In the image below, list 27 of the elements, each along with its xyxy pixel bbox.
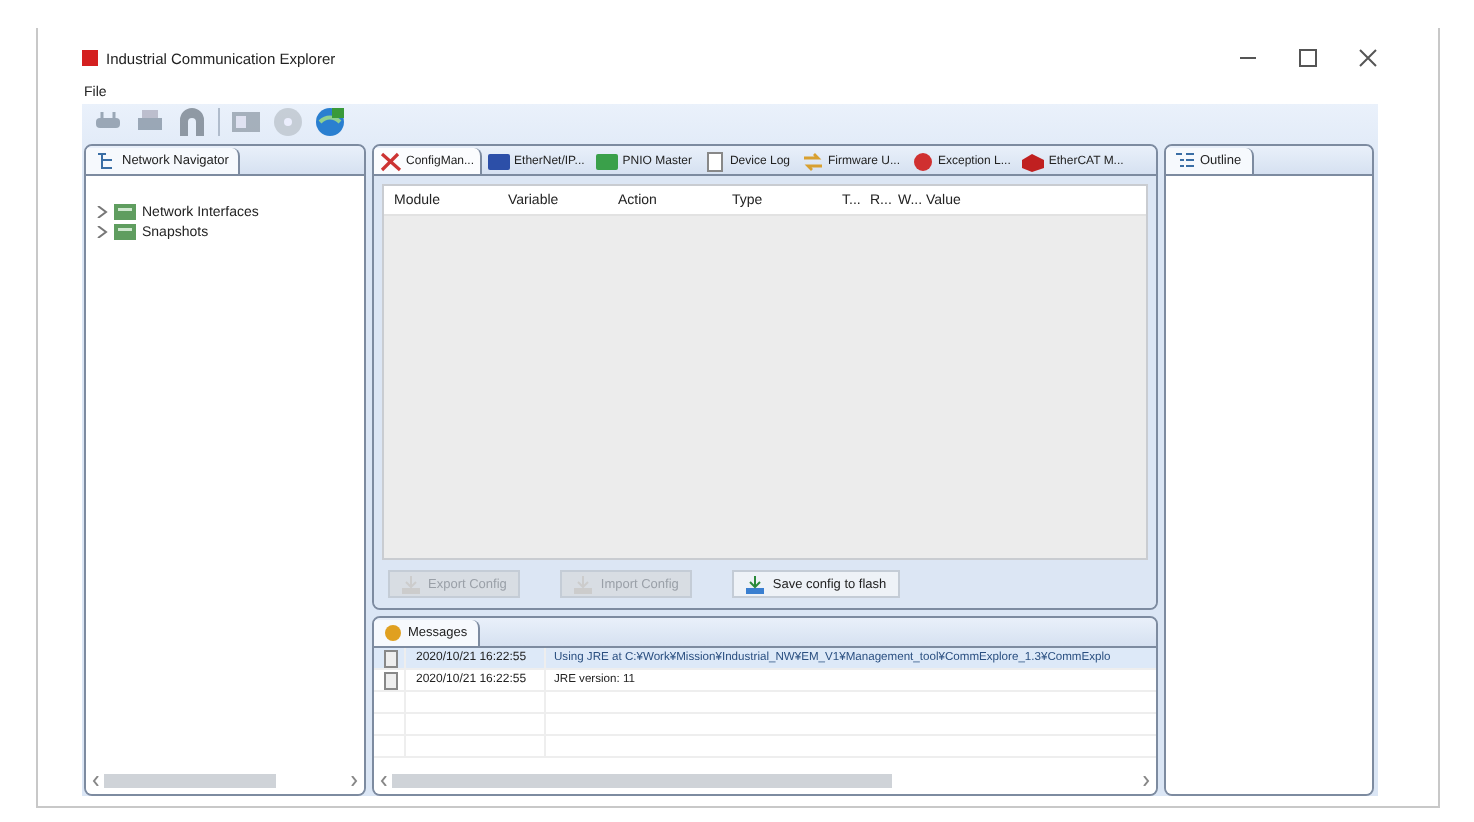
outline-icon (1176, 152, 1194, 170)
close-icon[interactable] (1358, 48, 1378, 68)
expand-icon[interactable] (96, 226, 108, 238)
scroll-left-icon[interactable] (380, 776, 388, 786)
device-icon (1022, 151, 1045, 171)
update-icon (802, 151, 824, 171)
network-icon (596, 151, 619, 171)
maximize-icon[interactable] (1298, 48, 1318, 68)
scroll-right-icon[interactable] (350, 776, 358, 786)
tree-icon (96, 152, 116, 170)
expand-icon[interactable] (96, 206, 108, 218)
globe-icon[interactable] (314, 106, 346, 138)
download-icon (402, 575, 420, 593)
document-icon (703, 151, 726, 171)
horizontal-scrollbar[interactable] (92, 772, 358, 790)
app-icon (82, 50, 98, 66)
scroll-right-icon[interactable] (1142, 776, 1150, 786)
download-icon (746, 575, 765, 593)
horizontal-scrollbar[interactable] (380, 772, 1150, 790)
error-icon (912, 151, 934, 171)
network-icon (488, 151, 511, 171)
warning-icon (384, 624, 402, 642)
network-folder-icon (114, 204, 136, 220)
network-folder-icon (114, 224, 136, 240)
download-icon (574, 575, 593, 593)
scroll-left-icon[interactable] (92, 776, 100, 786)
tools-icon (380, 151, 402, 171)
